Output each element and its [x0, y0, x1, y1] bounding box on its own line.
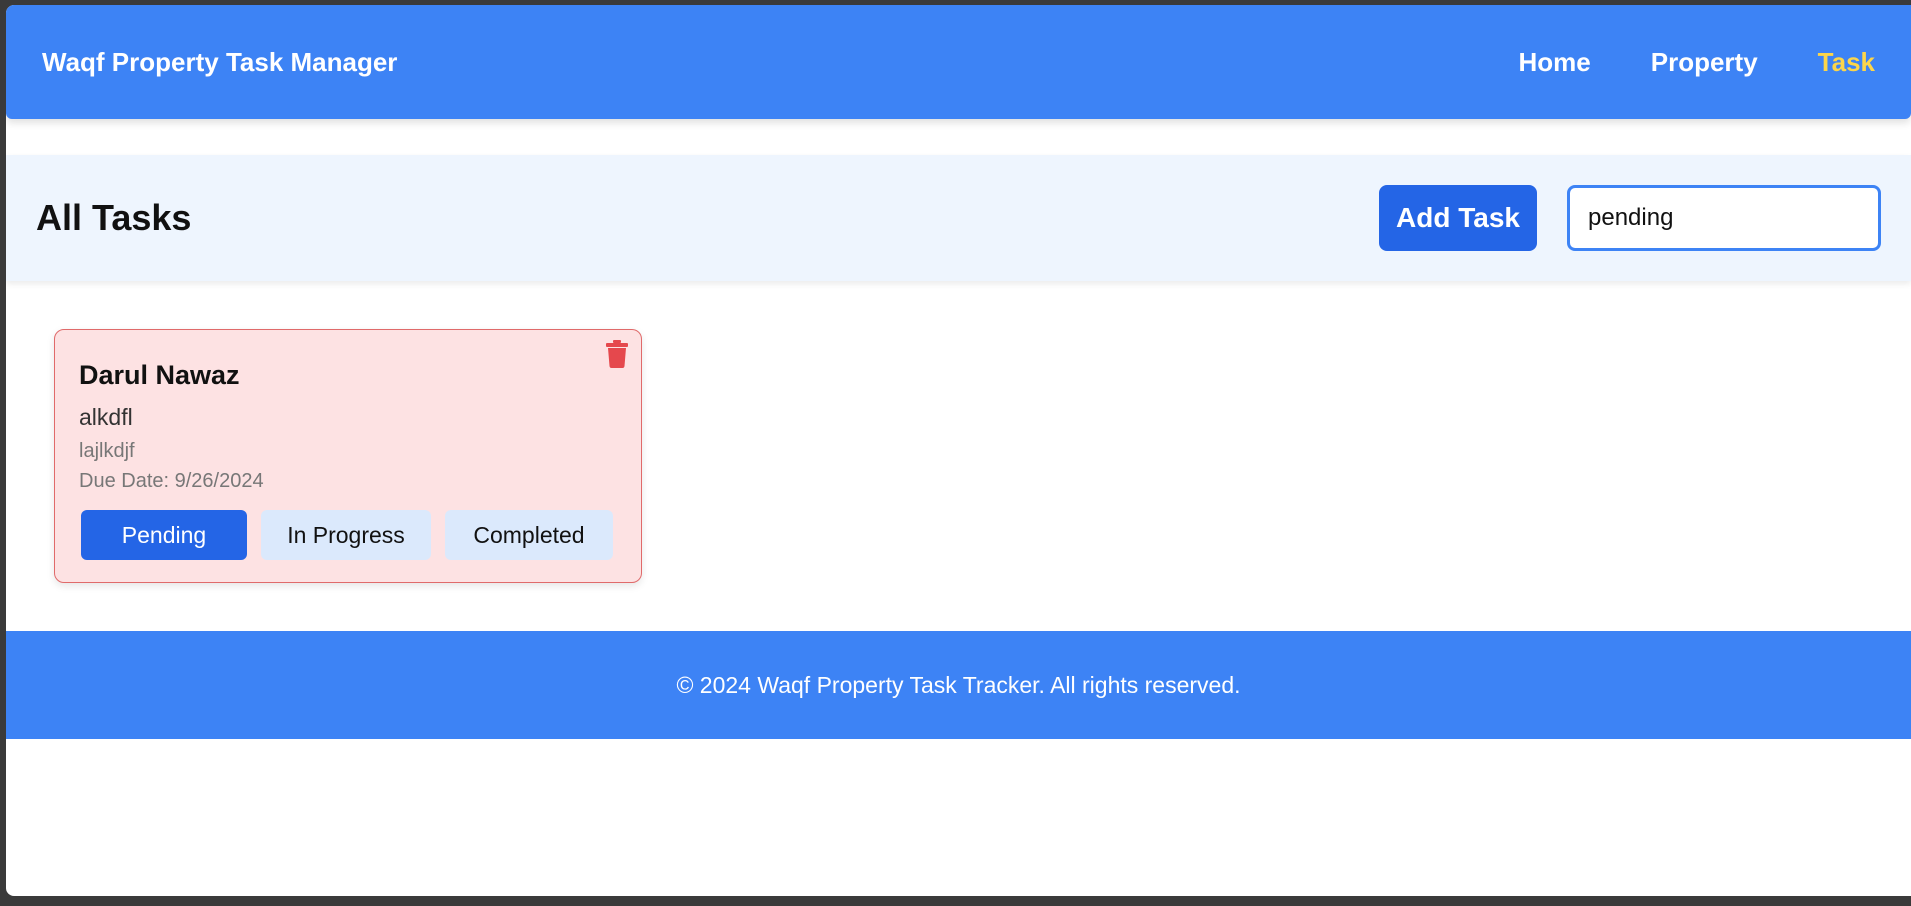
nav-link-property[interactable]: Property [1651, 47, 1758, 78]
task-title: Darul Nawaz [79, 360, 240, 390]
task-description: alkdfl [79, 404, 133, 430]
status-completed-button[interactable]: Completed [445, 510, 613, 560]
toolbar-actions: Add Task [1379, 185, 1881, 251]
status-in-progress-button[interactable]: In Progress [261, 510, 431, 560]
add-task-button[interactable]: Add Task [1379, 185, 1537, 251]
app-brand[interactable]: Waqf Property Task Manager [42, 47, 397, 78]
app-window: Waqf Property Task Manager Home Property… [6, 5, 1911, 896]
navbar: Waqf Property Task Manager Home Property… [6, 5, 1911, 119]
tasks-toolbar: All Tasks Add Task [6, 155, 1911, 281]
nav-link-home[interactable]: Home [1518, 47, 1590, 78]
task-card: Darul Nawaz alkdfl lajlkdjf Due Date: 9/… [54, 329, 642, 583]
search-input[interactable] [1567, 185, 1881, 251]
status-buttons: Pending In Progress Completed [81, 510, 627, 560]
nav-links: Home Property Task [1458, 47, 1875, 78]
footer: © 2024 Waqf Property Task Tracker. All r… [6, 631, 1911, 739]
page-title: All Tasks [36, 197, 192, 238]
status-pending-button[interactable]: Pending [81, 510, 247, 560]
nav-link-task[interactable]: Task [1818, 47, 1875, 78]
task-due-date: Due Date: 9/26/2024 [79, 470, 264, 492]
footer-copyright: © 2024 Waqf Property Task Tracker. All r… [676, 671, 1241, 698]
task-subtitle: lajlkdjf [79, 440, 135, 462]
trash-icon[interactable] [605, 340, 629, 368]
